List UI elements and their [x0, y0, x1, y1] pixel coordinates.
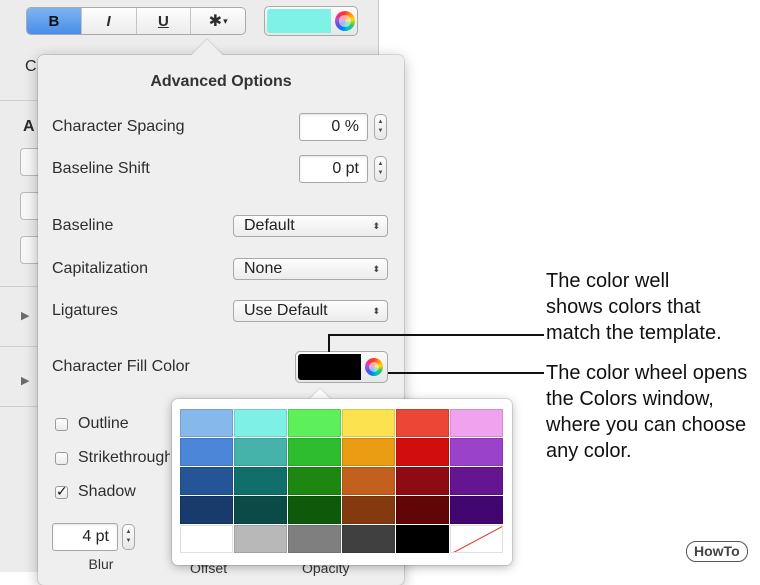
- color-swatch[interactable]: [342, 496, 395, 524]
- character-spacing-label: Character Spacing: [52, 118, 185, 135]
- blur-label: Blur: [88, 556, 114, 572]
- fill-color-control: [295, 351, 388, 383]
- fill-color-well[interactable]: [298, 354, 361, 380]
- callout-line: the Colors window,: [546, 388, 714, 410]
- color-palette-popover: [172, 399, 512, 565]
- color-swatch[interactable]: [234, 525, 287, 553]
- character-fill-color-label: Character Fill Color: [52, 358, 190, 375]
- callout-line: The color wheel opens: [546, 362, 748, 384]
- color-swatch[interactable]: [450, 467, 503, 495]
- leader-line: [388, 372, 544, 374]
- color-swatch[interactable]: [396, 467, 449, 495]
- color-swatch[interactable]: [450, 409, 503, 437]
- strikethrough-label: Strikethrough: [78, 449, 170, 466]
- color-grid: [180, 409, 503, 553]
- color-swatch[interactable]: [396, 438, 449, 466]
- underline-button[interactable]: U: [137, 8, 192, 34]
- capitalization-popup-value: None: [244, 260, 283, 277]
- italic-button[interactable]: I: [82, 8, 137, 34]
- bold-button[interactable]: B: [27, 8, 82, 34]
- color-swatch[interactable]: [450, 438, 503, 466]
- ligatures-label: Ligatures: [52, 302, 118, 319]
- color-well-callout: The color well shows colors that match t…: [546, 268, 722, 346]
- color-swatch[interactable]: [288, 467, 341, 495]
- baseline-shift-label: Baseline Shift: [52, 160, 150, 177]
- baseline-popup-value: Default: [244, 217, 295, 234]
- character-spacing-field[interactable]: 0 %: [299, 113, 368, 141]
- callout-line: shows colors that: [546, 296, 701, 318]
- character-spacing-stepper[interactable]: ▲ ▼: [374, 114, 387, 140]
- popup-arrows-icon: ⬍: [372, 221, 380, 231]
- color-swatch[interactable]: [396, 409, 449, 437]
- color-wheel-callout: The color wheel opens the Colors window,…: [546, 360, 747, 464]
- callout-line: any color.: [546, 440, 632, 462]
- callout-line: where you can choose: [546, 414, 747, 436]
- leader-line: [328, 334, 544, 336]
- color-swatch[interactable]: [450, 496, 503, 524]
- color-swatch[interactable]: [180, 467, 233, 495]
- gear-icon: ✱: [208, 13, 223, 30]
- chevron-down-icon: ▾: [223, 15, 228, 26]
- leader-line: [328, 334, 330, 352]
- color-wheel-icon[interactable]: [335, 11, 355, 31]
- color-swatch[interactable]: [180, 496, 233, 524]
- text-color-control: [264, 6, 358, 36]
- color-swatch[interactable]: [180, 525, 233, 553]
- callout-line: The color well: [546, 270, 670, 292]
- color-swatch[interactable]: [234, 409, 287, 437]
- color-swatch[interactable]: [342, 467, 395, 495]
- color-swatch[interactable]: [234, 467, 287, 495]
- popup-arrows-icon: ⬍: [372, 306, 380, 316]
- baseline-shift-field[interactable]: 0 pt: [299, 155, 368, 183]
- callout-line: match the template.: [546, 322, 722, 344]
- shadow-label: Shadow: [78, 483, 136, 500]
- ligatures-popup[interactable]: Use Default ⬍: [233, 300, 388, 322]
- no-color-swatch[interactable]: [450, 525, 503, 553]
- color-swatch[interactable]: [180, 409, 233, 437]
- color-swatch[interactable]: [234, 438, 287, 466]
- color-swatch[interactable]: [288, 438, 341, 466]
- baseline-label: Baseline: [52, 217, 114, 234]
- shadow-checkbox[interactable]: ✓: [55, 484, 68, 499]
- color-swatch[interactable]: [342, 525, 395, 553]
- color-wheel-icon[interactable]: [365, 358, 383, 376]
- color-swatch[interactable]: [288, 496, 341, 524]
- color-swatch[interactable]: [180, 438, 233, 466]
- strikethrough-checkbox[interactable]: [55, 452, 68, 465]
- outline-checkbox[interactable]: [55, 418, 68, 431]
- color-swatch[interactable]: [342, 438, 395, 466]
- capitalization-popup[interactable]: None ⬍: [233, 258, 388, 280]
- advanced-options-button[interactable]: ✱ ▾: [191, 8, 245, 34]
- howto-watermark: HowTo: [686, 541, 748, 562]
- color-swatch[interactable]: [396, 525, 449, 553]
- color-swatch[interactable]: [288, 525, 341, 553]
- alignment-section-label: A: [23, 118, 35, 135]
- capitalization-label: Capitalization: [52, 260, 149, 277]
- color-swatch[interactable]: [396, 496, 449, 524]
- color-swatch[interactable]: [342, 409, 395, 437]
- baseline-shift-stepper[interactable]: ▲ ▼: [374, 156, 387, 182]
- text-style-segmented-control: B I U ✱ ▾: [26, 7, 246, 35]
- baseline-popup[interactable]: Default ⬍: [233, 215, 388, 237]
- blur-field[interactable]: 4 pt: [52, 523, 118, 551]
- popover-title: Advanced Options: [150, 73, 292, 90]
- text-color-well[interactable]: [267, 9, 331, 33]
- font-section-label: C: [25, 58, 37, 75]
- color-swatch[interactable]: [288, 409, 341, 437]
- popup-arrows-icon: ⬍: [372, 264, 380, 274]
- blur-stepper[interactable]: ▲ ▼: [122, 524, 135, 550]
- outline-label: Outline: [78, 415, 129, 432]
- color-swatch[interactable]: [234, 496, 287, 524]
- disclosure-triangle-icon[interactable]: ▶: [21, 374, 29, 387]
- ligatures-popup-value: Use Default: [244, 302, 328, 319]
- disclosure-triangle-icon[interactable]: ▶: [21, 309, 29, 322]
